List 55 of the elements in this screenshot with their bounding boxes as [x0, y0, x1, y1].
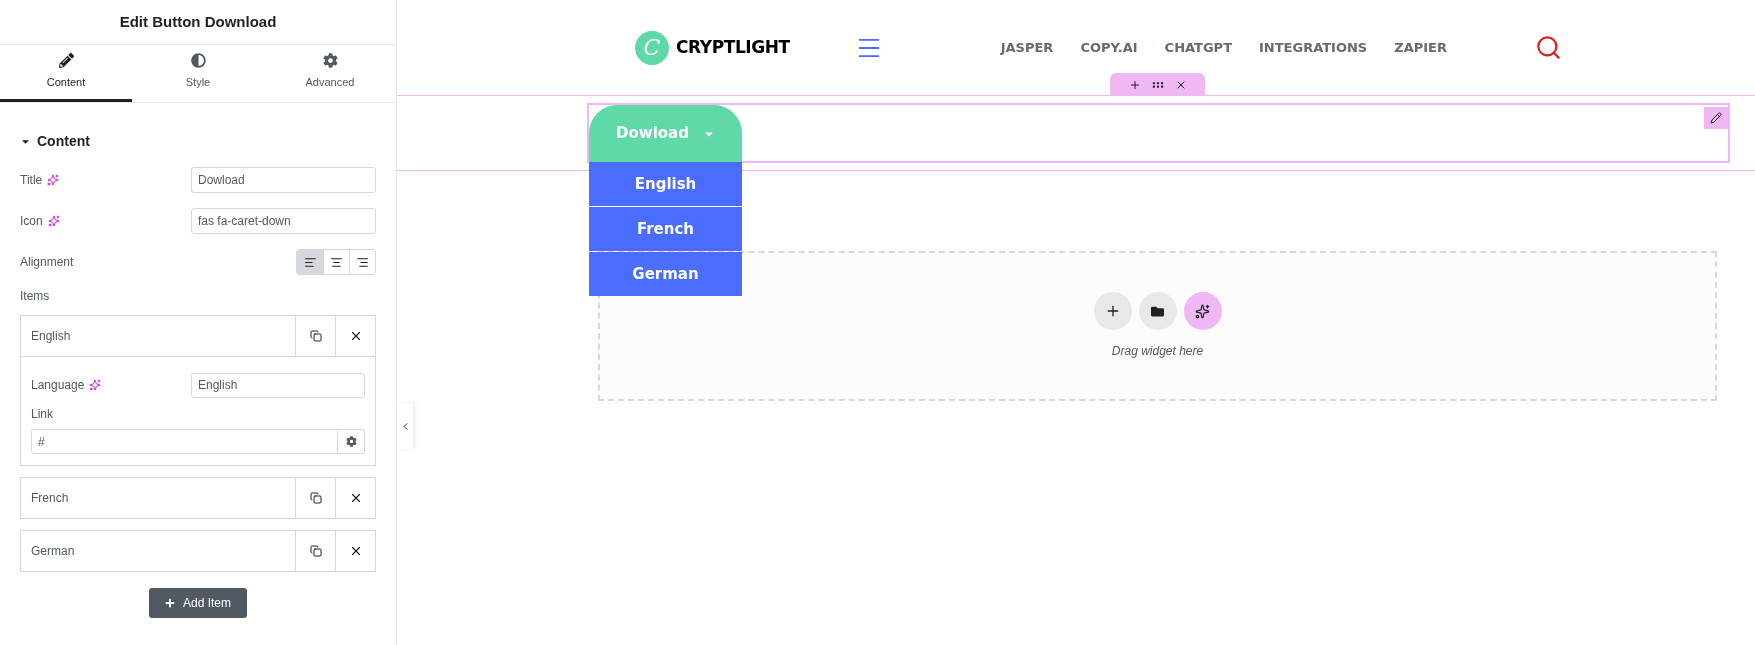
nav-link[interactable]: ZAPIER [1394, 37, 1447, 58]
nav-link[interactable]: COPY.AI [1080, 37, 1138, 58]
field-label: Language [31, 377, 85, 394]
pencil-icon [1710, 112, 1722, 124]
dropdown-item[interactable]: German [589, 252, 742, 296]
settings-icon [322, 53, 338, 69]
ai-button[interactable] [1183, 292, 1222, 330]
nav-link[interactable]: CHATGPT [1164, 37, 1232, 58]
panel-tab[interactable]: Content [0, 45, 132, 102]
sparkle-icon [1195, 303, 1210, 319]
add-section-button[interactable] [1093, 292, 1132, 330]
text-field[interactable]: English [191, 372, 365, 398]
copy-icon [309, 492, 322, 504]
add-icon[interactable] [1128, 78, 1141, 91]
logo-text: CRYPTLIGHT [676, 35, 790, 59]
alignment-button[interactable] [349, 250, 375, 274]
align-left-icon [303, 255, 317, 269]
text-field[interactable]: Dowload [191, 166, 376, 193]
alignment-button[interactable] [297, 250, 323, 274]
alignment-control[interactable] [296, 249, 376, 275]
section-toggle[interactable]: Content [20, 131, 376, 151]
search-button[interactable] [1534, 34, 1562, 61]
folder-icon [1151, 304, 1164, 318]
link-field[interactable]: # [31, 429, 338, 454]
nav-link[interactable]: JASPER [1000, 37, 1054, 58]
link-options-button[interactable] [338, 429, 365, 454]
sparkle-icon[interactable] [47, 214, 60, 227]
text-field[interactable]: fas fa-caret-down [191, 207, 376, 234]
sparkle-icon[interactable] [47, 173, 60, 186]
settings-icon [345, 436, 357, 447]
panel-tab[interactable]: Advanced [264, 45, 396, 102]
drop-zone-hint: Drag widget here [1111, 343, 1204, 360]
edit-widget-button[interactable] [1704, 107, 1728, 129]
panel-title: Edit Button Download [119, 11, 277, 32]
field-label: Items [20, 288, 51, 305]
align-center-icon [330, 255, 343, 269]
field-label: Title [20, 171, 43, 189]
copy-icon [309, 330, 322, 342]
copy-icon [309, 545, 322, 557]
field-label: Link [31, 406, 54, 423]
contrast-icon [190, 53, 206, 69]
sparkle-icon[interactable] [89, 379, 102, 391]
nav-link[interactable]: INTEGRATIONS [1259, 37, 1368, 58]
template-button[interactable] [1138, 292, 1177, 330]
dropdown-item[interactable]: French [589, 207, 742, 251]
pencil-icon [58, 53, 74, 69]
field-label: Icon [20, 212, 43, 230]
dropdown-item[interactable]: English [589, 162, 742, 206]
align-right-icon [356, 255, 369, 269]
plus-icon [165, 598, 175, 608]
panel-tab[interactable]: Style [132, 45, 264, 102]
search-icon [1534, 34, 1562, 61]
field-label: Alignment [20, 254, 74, 271]
logo-mark: C [635, 30, 669, 65]
add-item-button[interactable]: Add Item [149, 588, 247, 618]
